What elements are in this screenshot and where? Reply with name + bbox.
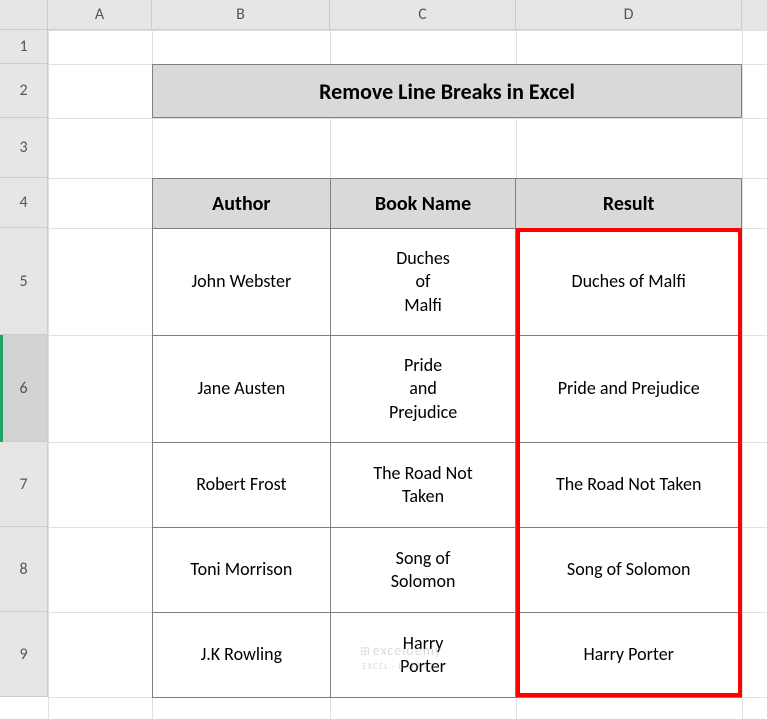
selected-row-indicator [0, 335, 48, 442]
table-row: J.K RowlingHarry PorterHarry Porter [153, 613, 742, 698]
row-header-5[interactable]: 5 [0, 228, 48, 335]
title-text: Remove Line Breaks in Excel [319, 78, 575, 105]
row-header-4[interactable]: 4 [0, 178, 48, 228]
spreadsheet-grid: ABCD 123456789 Remove Line Breaks in Exc… [0, 0, 767, 719]
row-header-2[interactable]: 2 [0, 64, 48, 118]
cell-author[interactable]: Robert Frost [153, 443, 331, 528]
title-cell[interactable]: Remove Line Breaks in Excel [152, 64, 742, 118]
col-header-A[interactable]: A [48, 0, 152, 30]
cell-author[interactable]: J.K Rowling [153, 613, 331, 698]
row-header-7[interactable]: 7 [0, 442, 48, 527]
cell-author[interactable]: Jane Austen [153, 336, 331, 443]
row-header-3[interactable]: 3 [0, 118, 48, 178]
cell-book[interactable]: Harry Porter [330, 613, 516, 698]
col-header-B[interactable]: B [152, 0, 330, 30]
row-header-1[interactable]: 1 [0, 30, 48, 64]
cell-book[interactable]: Duches of Malfi [330, 229, 516, 336]
table-row: John WebsterDuches of MalfiDuches of Mal… [153, 229, 742, 336]
table-body: John WebsterDuches of MalfiDuches of Mal… [153, 229, 742, 698]
cell-author[interactable]: John Webster [153, 229, 331, 336]
data-table: Author Book Name Result John WebsterDuch… [152, 178, 742, 698]
col-header-D[interactable]: D [516, 0, 742, 30]
column-headers: ABCD [48, 0, 767, 30]
cell-result[interactable]: Harry Porter [516, 613, 742, 698]
header-result[interactable]: Result [516, 179, 742, 229]
cell-book[interactable]: Song of Solomon [330, 528, 516, 613]
row-header-8[interactable]: 8 [0, 527, 48, 612]
table-row: Jane AustenPride and PrejudicePride and … [153, 336, 742, 443]
cell-book[interactable]: The Road Not Taken [330, 443, 516, 528]
table-row: Robert FrostThe Road Not TakenThe Road N… [153, 443, 742, 528]
cell-result[interactable]: The Road Not Taken [516, 443, 742, 528]
header-author[interactable]: Author [153, 179, 331, 229]
row-header-9[interactable]: 9 [0, 612, 48, 697]
table-row: Toni MorrisonSong of SolomonSong of Solo… [153, 528, 742, 613]
select-all-corner[interactable] [0, 0, 48, 30]
cell-author[interactable]: Toni Morrison [153, 528, 331, 613]
header-book[interactable]: Book Name [330, 179, 516, 229]
cell-result[interactable]: Pride and Prejudice [516, 336, 742, 443]
cell-result[interactable]: Duches of Malfi [516, 229, 742, 336]
cell-book[interactable]: Pride and Prejudice [330, 336, 516, 443]
cell-result[interactable]: Song of Solomon [516, 528, 742, 613]
col-header-C[interactable]: C [330, 0, 516, 30]
header-row: Author Book Name Result [153, 179, 742, 229]
cells-area[interactable]: Remove Line Breaks in Excel Author Book … [48, 30, 767, 719]
